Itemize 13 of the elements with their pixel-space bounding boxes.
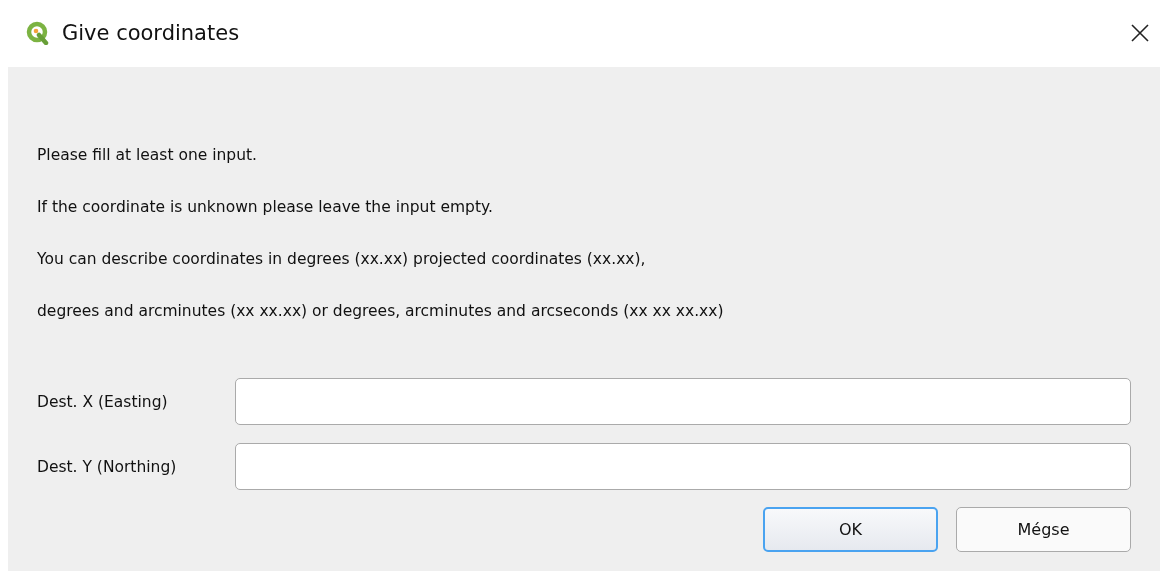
instruction-text: If the coordinate is unknown please leave the input empty. <box>37 197 494 218</box>
dialog-button[interactable]: OK <box>763 507 938 552</box>
instruction-text: degrees and arcminutes (xx xx.xx) or degrees, arcminutes and arcseconds (xx xx xx.xx) <box>37 301 725 322</box>
input-field[interactable] <box>235 443 1131 490</box>
instruction-text: Please fill at least one input. <box>37 145 259 166</box>
app-logo-icon <box>26 21 50 45</box>
input-field[interactable] <box>235 378 1131 425</box>
field-label: Dest. Y (Northing) <box>37 457 178 476</box>
dialog-button[interactable]: Mégse <box>956 507 1131 552</box>
window-title: Give coordinates <box>62 21 241 45</box>
field-label: Dest. X (Easting) <box>37 392 169 411</box>
close-icon[interactable] <box>1130 23 1150 43</box>
instruction-text: You can describe coordinates in degrees (xx.xx) projected coordinates (xx.xx), <box>37 249 647 270</box>
